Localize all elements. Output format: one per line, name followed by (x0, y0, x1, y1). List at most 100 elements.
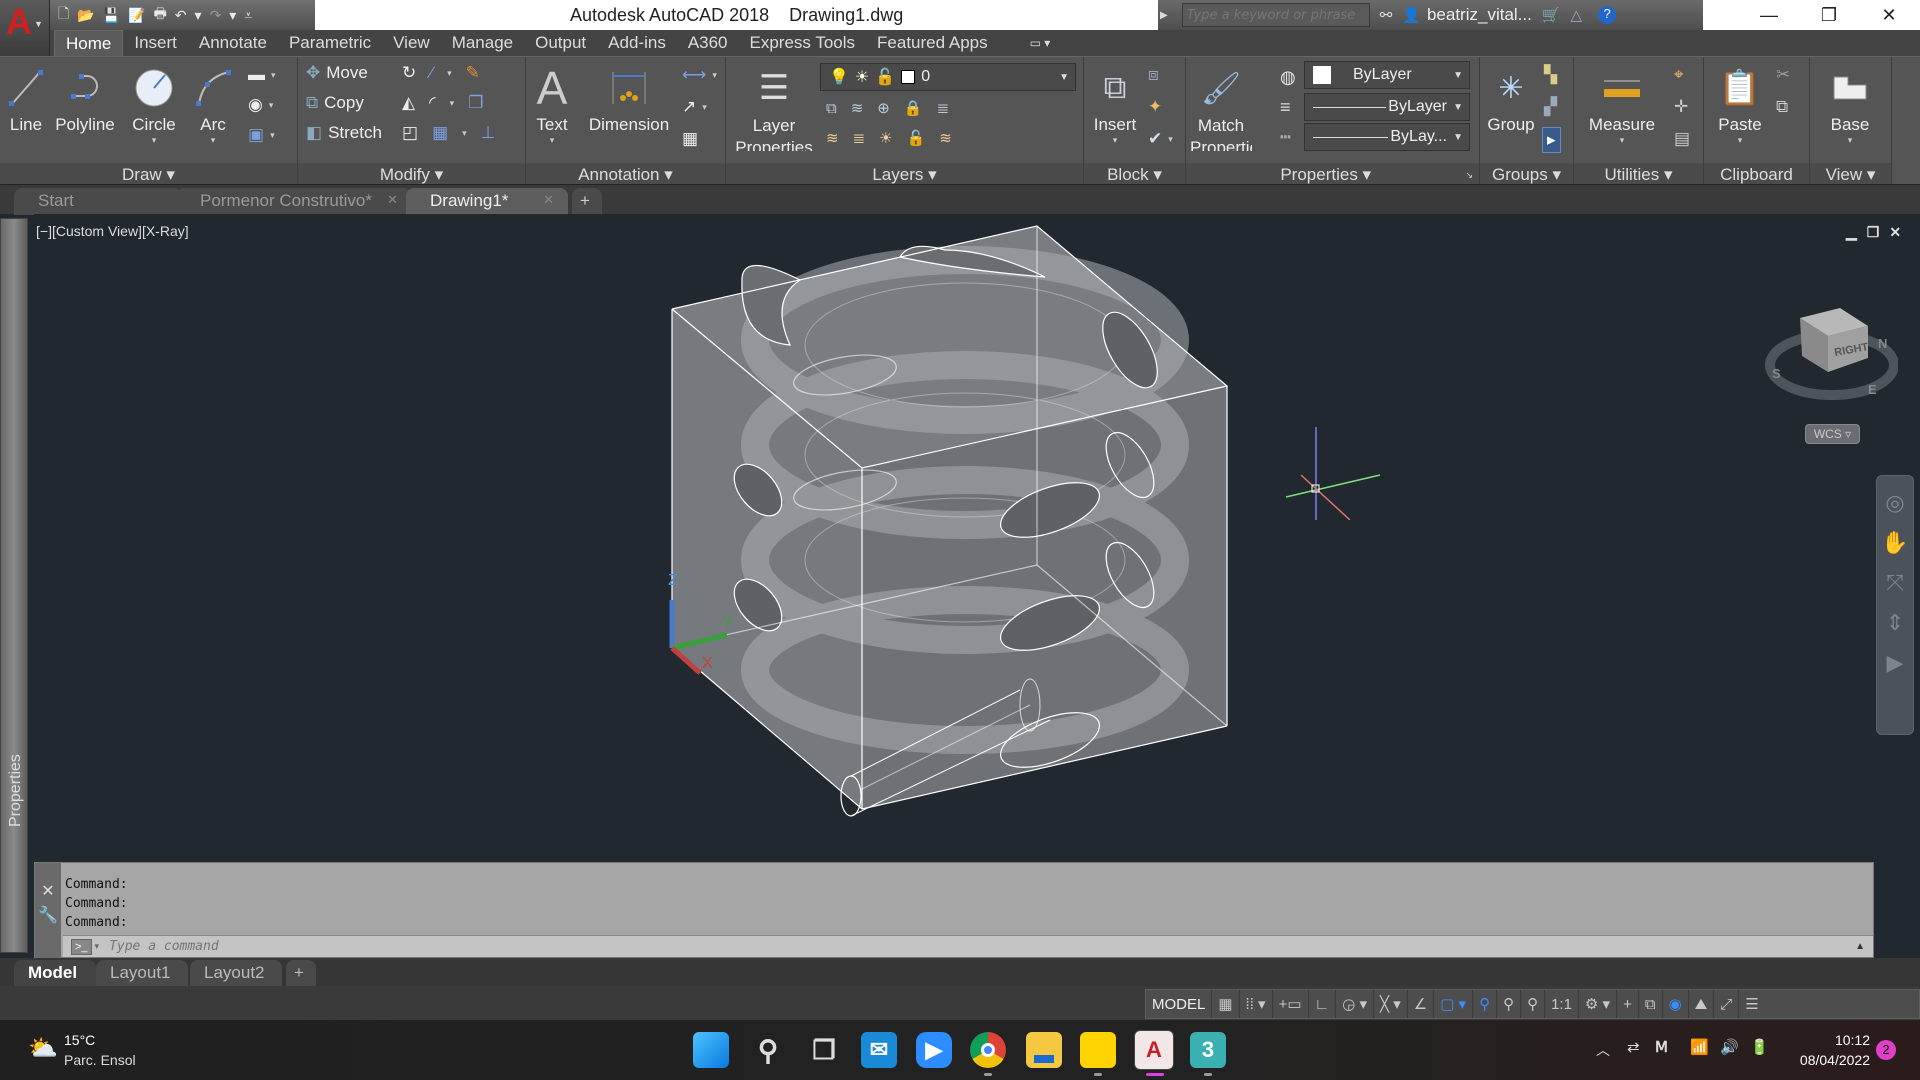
clock-date[interactable]: 08/04/2022 (1788, 1052, 1870, 1068)
annotation-scale-dropdown[interactable]: 1:1 (1545, 990, 1579, 1018)
grid-icon[interactable]: ▦ (1212, 990, 1240, 1018)
task-view-icon[interactable]: ❐ (806, 1032, 842, 1068)
auto-scale-icon[interactable]: ⚲ (1497, 990, 1522, 1018)
close-tab-icon[interactable]: ✕ (387, 192, 398, 208)
trim-icon[interactable]: ⁄ (430, 63, 433, 83)
edit-block-icon[interactable]: ✦ (1148, 97, 1162, 117)
save-as-icon[interactable]: 📝 (128, 7, 145, 24)
weather-temp[interactable]: 15°C (64, 1032, 95, 1048)
layer-walk-icon[interactable]: ≣ (853, 129, 866, 147)
layer-off-icon[interactable]: ⊕ (877, 99, 890, 117)
group-button[interactable]: ✳ Group (1482, 61, 1540, 135)
tab-manage[interactable]: Manage (441, 30, 524, 56)
move-button[interactable]: ✥ Move (306, 63, 368, 83)
wcs-menu[interactable]: WCS ▿ (1805, 424, 1860, 444)
orbit-icon[interactable]: ⇕ (1877, 610, 1913, 636)
create-block-icon[interactable]: ⧈ (1148, 65, 1159, 85)
measure-button[interactable]: Measure ▾ (1584, 61, 1660, 146)
new-file-icon[interactable]: 🗋 (58, 3, 69, 27)
point-icon[interactable]: ✛ (1674, 97, 1688, 117)
arc-button[interactable]: Arc ▾ (192, 61, 234, 146)
leader-button[interactable]: ↗ ▾ (682, 97, 707, 117)
layer-merge-icon[interactable]: ≋ (939, 129, 952, 147)
new-layout-button[interactable]: + (286, 960, 316, 986)
hardware-acceleration-icon[interactable]: ◉ (1663, 990, 1689, 1018)
a360-icon[interactable]: △ (1571, 6, 1583, 24)
layers-panel-title[interactable]: Layers ▾ (726, 163, 1083, 185)
customize-qat-icon[interactable]: ⩡ (244, 7, 252, 24)
battery-icon[interactable]: 🔋 (1750, 1038, 1769, 1056)
rotate-icon[interactable]: ↻ (402, 63, 416, 83)
binoculars-icon[interactable]: ⚯ (1380, 6, 1393, 24)
tab-home[interactable]: Home (54, 30, 124, 56)
clean-screen-icon[interactable]: ⤢ (1714, 990, 1740, 1018)
sticky-notes-icon[interactable] (1080, 1032, 1116, 1068)
open-folder-icon[interactable]: 📂 (77, 7, 94, 24)
doc-tab-drawing1[interactable]: Drawing1* ✕ (406, 188, 568, 215)
application-menu-button[interactable]: A ▼ (0, 0, 50, 56)
layout-tab-model[interactable]: Model (14, 960, 96, 986)
command-line-handle[interactable]: ✕ 🔧 (35, 863, 61, 959)
linear-dim-button[interactable]: ⟷ ▾ (682, 65, 717, 85)
weather-desc[interactable]: Parc. Ensol (64, 1052, 136, 1068)
chevron-down-icon[interactable]: ▾ (195, 7, 202, 24)
search-taskbar-icon[interactable]: ⚲ (750, 1032, 786, 1068)
restore-button[interactable]: ❐ (1800, 0, 1858, 30)
close-tab-icon[interactable]: ✕ (543, 192, 554, 208)
layer-match-icon[interactable]: ≋ (851, 99, 864, 117)
layer-previous-icon[interactable]: ≣ (937, 99, 950, 117)
stretch-button[interactable]: ◧ Stretch (306, 123, 382, 143)
erase-icon[interactable]: ✎ (466, 63, 480, 83)
close-command-icon[interactable]: ✕ (35, 881, 61, 901)
chevron-down-icon[interactable]: ▾ (229, 7, 236, 24)
command-input[interactable] (109, 939, 1710, 954)
minimize-button[interactable]: — (1740, 0, 1798, 30)
line-button[interactable]: Line (6, 61, 46, 135)
pan-icon[interactable]: ✋ (1877, 530, 1913, 556)
lineweight-dropdown[interactable]: ByLayer ▼ (1304, 93, 1470, 121)
graphics-performance-icon[interactable]: ⛰ (1689, 990, 1715, 1018)
zoom-extents-icon[interactable]: ⤧ (1877, 570, 1913, 596)
clipboard-panel-title[interactable]: Clipboard (1704, 163, 1809, 185)
expand-arrow-icon[interactable]: ▶ (1160, 10, 1168, 21)
circle-button[interactable]: Circle ▾ (128, 61, 180, 146)
mail-icon[interactable]: ✉ (861, 1032, 897, 1068)
hatch-button[interactable]: ◉ ▾ (248, 95, 273, 115)
annotation-scale-icon[interactable]: ⚲ (1521, 990, 1546, 1018)
steering-wheel-icon[interactable]: ◎ (1877, 490, 1913, 516)
cart-icon[interactable]: 🛒 (1542, 6, 1561, 24)
tray-overflow-icon[interactable]: ︿ (1596, 1040, 1610, 1060)
start-button[interactable] (693, 1032, 729, 1068)
layer-on-all-icon[interactable]: ≋ (826, 129, 839, 147)
scale-icon[interactable]: ◰ (402, 123, 418, 143)
search-input[interactable] (1181, 3, 1370, 27)
customization-menu-icon[interactable]: ☰ (1739, 990, 1764, 1018)
ungroup-icon[interactable]: ▞ (1544, 97, 1557, 117)
layer-isolate-icon[interactable]: ⧉ (826, 100, 837, 117)
layout-tab-layout1[interactable]: Layout1 (96, 960, 188, 986)
rectangle-button[interactable]: ▬ ▾ (248, 65, 276, 85)
object-snap-tracking-icon[interactable]: ∠ (1408, 990, 1435, 1018)
tab-insert[interactable]: Insert (123, 30, 188, 56)
mirror-icon[interactable]: ◭ (402, 93, 415, 113)
undo-icon[interactable]: ↶ (175, 7, 187, 24)
tray-network-switch-icon[interactable]: ⇄ (1627, 1038, 1640, 1056)
copy-clip-icon[interactable]: ⧉ (1776, 97, 1788, 117)
model-space-button[interactable]: MODEL (1146, 990, 1213, 1018)
text-button[interactable]: A Text ▾ (532, 61, 572, 146)
infer-constraints-icon[interactable]: +▭ (1273, 990, 1309, 1018)
tab-output[interactable]: Output (524, 30, 597, 56)
tray-app-icon[interactable]: Ⅿ (1655, 1038, 1668, 1056)
ribbon-minimize-icon[interactable]: ▭ ▾ (1019, 30, 1062, 56)
layer-thaw-icon[interactable]: ☀ (879, 129, 892, 147)
properties-palette[interactable]: Properties (0, 218, 28, 953)
customize-wrench-icon[interactable]: 🔧 (35, 905, 61, 925)
zoom-app-icon[interactable]: ▶ (916, 1032, 952, 1068)
wifi-icon[interactable]: 📶 (1690, 1038, 1709, 1056)
tab-a360[interactable]: A360 (677, 30, 739, 56)
notification-badge[interactable]: 2 (1876, 1040, 1896, 1060)
base-button[interactable]: Base ▾ (1814, 61, 1886, 146)
snap-icon[interactable]: ⁞⁞ ▾ (1240, 990, 1273, 1018)
annotation-panel-title[interactable]: Annotation ▾ (526, 163, 725, 185)
help-icon[interactable]: ? (1598, 6, 1617, 24)
